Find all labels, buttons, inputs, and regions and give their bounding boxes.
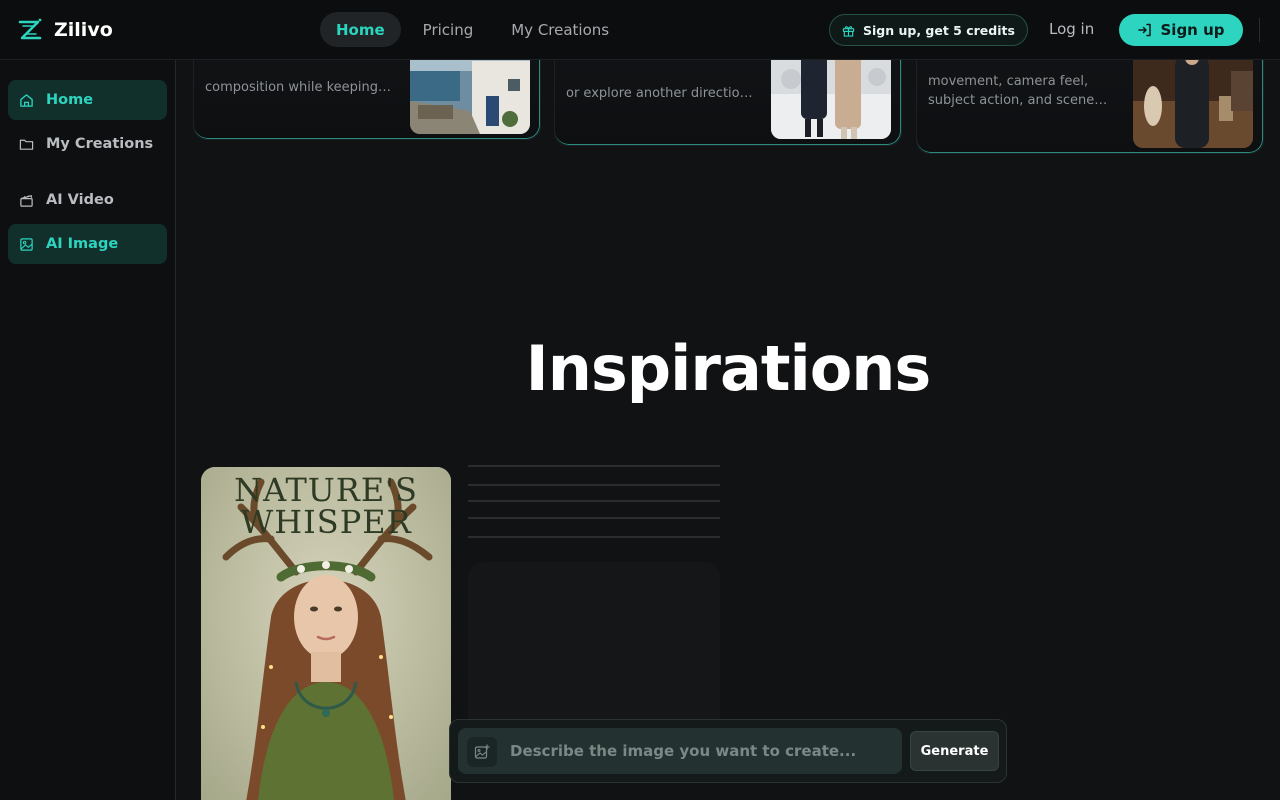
signup-credits-button[interactable]: Sign up, get 5 credits xyxy=(829,14,1028,46)
inspiration-card[interactable]: NATURE'S WHISPER xyxy=(201,467,451,800)
zilivo-logo-icon xyxy=(18,18,42,40)
image-icon xyxy=(20,237,33,251)
home-icon xyxy=(20,93,33,107)
signup-button[interactable]: Sign up xyxy=(1119,14,1243,46)
sidebar-item-label: My Creations xyxy=(46,136,154,152)
video-icon xyxy=(20,194,33,207)
sidebar-item-label: Home xyxy=(46,92,94,108)
sidebar-item-my-creations[interactable]: My Creations xyxy=(8,124,167,164)
nav-home[interactable]: Home xyxy=(320,12,401,47)
inspiration-headline-line2: WHISPER xyxy=(240,503,412,541)
sidebar-item-home[interactable]: Home xyxy=(8,80,167,120)
card-description-line2: subject action, and scene… xyxy=(928,93,1108,108)
nav-my-creations[interactable]: My Creations xyxy=(495,12,625,47)
inspiration-headline-line1: NATURE'S xyxy=(234,471,418,509)
feature-card[interactable]: movement, camera feel, subject action, a… xyxy=(916,60,1264,154)
sidebar-item-label: AI Image xyxy=(46,236,119,252)
gift-icon xyxy=(842,25,855,37)
skeleton-line xyxy=(468,484,720,486)
login-arrow-icon xyxy=(1137,23,1151,37)
card-thumbnail xyxy=(1133,60,1253,148)
card-description-line1: movement, camera feel, xyxy=(928,74,1089,89)
feature-card[interactable]: composition while keeping the details xyxy=(193,60,541,140)
section-title: Inspirations xyxy=(525,332,932,405)
prompt-bar: Describe the image you want to create...… xyxy=(449,719,1007,783)
skeleton-line xyxy=(468,536,720,538)
credits-label: Sign up, get 5 credits xyxy=(863,22,1015,38)
card-thumbnail xyxy=(410,60,530,134)
folder-icon xyxy=(19,139,34,150)
card-description: composition while keeping the details xyxy=(205,80,395,95)
sidebar-item-label: AI Video xyxy=(46,192,114,208)
main-nav: Home Pricing My Creations xyxy=(320,12,625,47)
skeleton-line xyxy=(468,517,720,519)
prompt-placeholder: Describe the image you want to create... xyxy=(510,742,857,760)
card-description: or explore another direction with it xyxy=(566,86,756,101)
upload-image-button[interactable] xyxy=(467,737,497,767)
login-link[interactable]: Log in xyxy=(1049,20,1094,38)
generate-button[interactable]: Generate xyxy=(910,731,999,771)
nav-pricing[interactable]: Pricing xyxy=(407,12,490,47)
sidebar-item-ai-video[interactable]: AI Video xyxy=(8,180,167,220)
signup-label: Sign up xyxy=(1160,21,1225,39)
card-thumbnail xyxy=(771,60,891,139)
add-image-icon xyxy=(474,744,490,759)
app-name: Zilivo xyxy=(54,19,113,41)
top-bar: Zilivo Home Pricing My Creations Sign up… xyxy=(0,0,1280,60)
sidebar: Home My Creations AI Video AI Image xyxy=(0,60,176,800)
skeleton-line xyxy=(468,500,720,502)
main-content: composition while keeping the details or… xyxy=(176,60,1280,800)
skeleton-line xyxy=(468,465,720,467)
brand[interactable]: Zilivo xyxy=(16,16,113,44)
sidebar-item-ai-image[interactable]: AI Image xyxy=(8,224,167,264)
prompt-input[interactable]: Describe the image you want to create... xyxy=(458,728,902,774)
divider xyxy=(1259,18,1260,42)
feature-card[interactable]: or explore another direction with it xyxy=(554,60,902,146)
